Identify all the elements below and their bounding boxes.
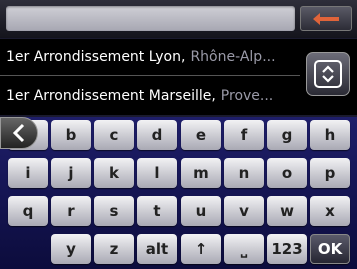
onscreen-keyboard: abcdefghijklmnopqrstuvwxyzalt↑⎵123OK [0,117,357,269]
key-b[interactable]: b [51,120,91,150]
key-v[interactable]: v [224,196,264,226]
key-p[interactable]: p [310,158,350,188]
back-button[interactable] [0,117,38,149]
backspace-button[interactable] [300,6,352,31]
result-region: Rhône-Alp... [190,49,276,65]
key-o[interactable]: o [267,158,307,188]
chevron-up-down-icon [314,60,342,88]
key-shift[interactable]: ↑ [181,234,221,264]
key-q[interactable]: q [8,196,48,226]
key-r[interactable]: r [51,196,91,226]
key-s[interactable]: s [94,196,134,226]
key-k[interactable]: k [94,158,134,188]
result-name: 1er Arrondissement Marseille, [6,87,216,104]
key-d[interactable]: d [137,120,177,150]
result-name: 1er Arrondissement Lyon, [6,49,186,65]
backspace-arrow-icon [313,12,339,25]
key-e[interactable]: e [181,120,221,150]
key-j[interactable]: j [51,158,91,188]
key-f[interactable]: f [224,120,264,150]
key-y[interactable]: y [51,234,91,264]
search-bar [0,0,357,38]
key-t[interactable]: t [137,196,177,226]
key-123[interactable]: 123 [267,234,307,264]
key-z[interactable]: z [94,234,134,264]
key-h[interactable]: h [310,120,350,150]
key-l[interactable]: l [137,158,177,188]
scroll-button[interactable] [306,52,350,96]
key-u[interactable]: u [181,196,221,226]
results-list: 1er Arrondissement Lyon, Rhône-Alp... 1e… [0,39,357,115]
chevron-left-icon [12,123,25,143]
key-x[interactable]: x [310,196,350,226]
key-g[interactable]: g [267,120,307,150]
result-region: Prove... [220,87,274,104]
map-search-screen: 1er Arrondissement Lyon, Rhône-Alp... 1e… [0,0,357,269]
key-n[interactable]: n [224,158,264,188]
key-ok[interactable]: OK [310,234,350,264]
key-m[interactable]: m [181,158,221,188]
key-i[interactable]: i [8,158,48,188]
key-space[interactable]: ⎵ [224,234,264,264]
key-c[interactable]: c [94,120,134,150]
result-item[interactable]: 1er Arrondissement Lyon, Rhône-Alp... [0,39,300,76]
search-input[interactable] [6,6,295,31]
key-alt[interactable]: alt [137,234,177,264]
key-w[interactable]: w [267,196,307,226]
result-item[interactable]: 1er Arrondissement Marseille, Prove... [0,77,300,114]
